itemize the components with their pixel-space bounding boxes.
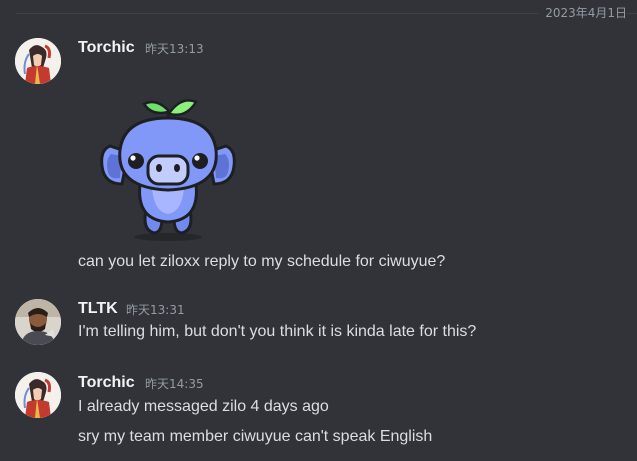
message-text: I'm telling him, but don't you think it … [78,323,477,340]
anime-character-avatar-icon [15,38,61,84]
username[interactable]: Torchic [78,373,135,393]
message-text: I already messaged zilo 4 days ago [78,398,329,415]
username[interactable]: Torchic [78,38,135,58]
avatar[interactable] [15,372,61,418]
message-timestamp: 昨天13:31 [126,303,185,317]
avatar[interactable] [15,299,61,345]
message-text: can you let ziloxx reply to my schedule … [78,253,446,270]
message-timestamp: 昨天13:13 [145,42,204,56]
date-divider-label: 2023年4月1日 [539,6,627,20]
photo-person-avatar-icon [15,299,61,345]
anime-character-avatar-icon [15,372,61,418]
wumpus-sticker[interactable] [90,92,250,242]
message-text: sry my team member ciwuyue can't speak E… [78,428,433,445]
username[interactable]: TLTK [78,299,118,319]
message-timestamp: 昨天14:35 [145,377,204,391]
wumpus-with-leaf-sticker-icon [100,99,236,241]
avatar[interactable] [15,38,61,84]
